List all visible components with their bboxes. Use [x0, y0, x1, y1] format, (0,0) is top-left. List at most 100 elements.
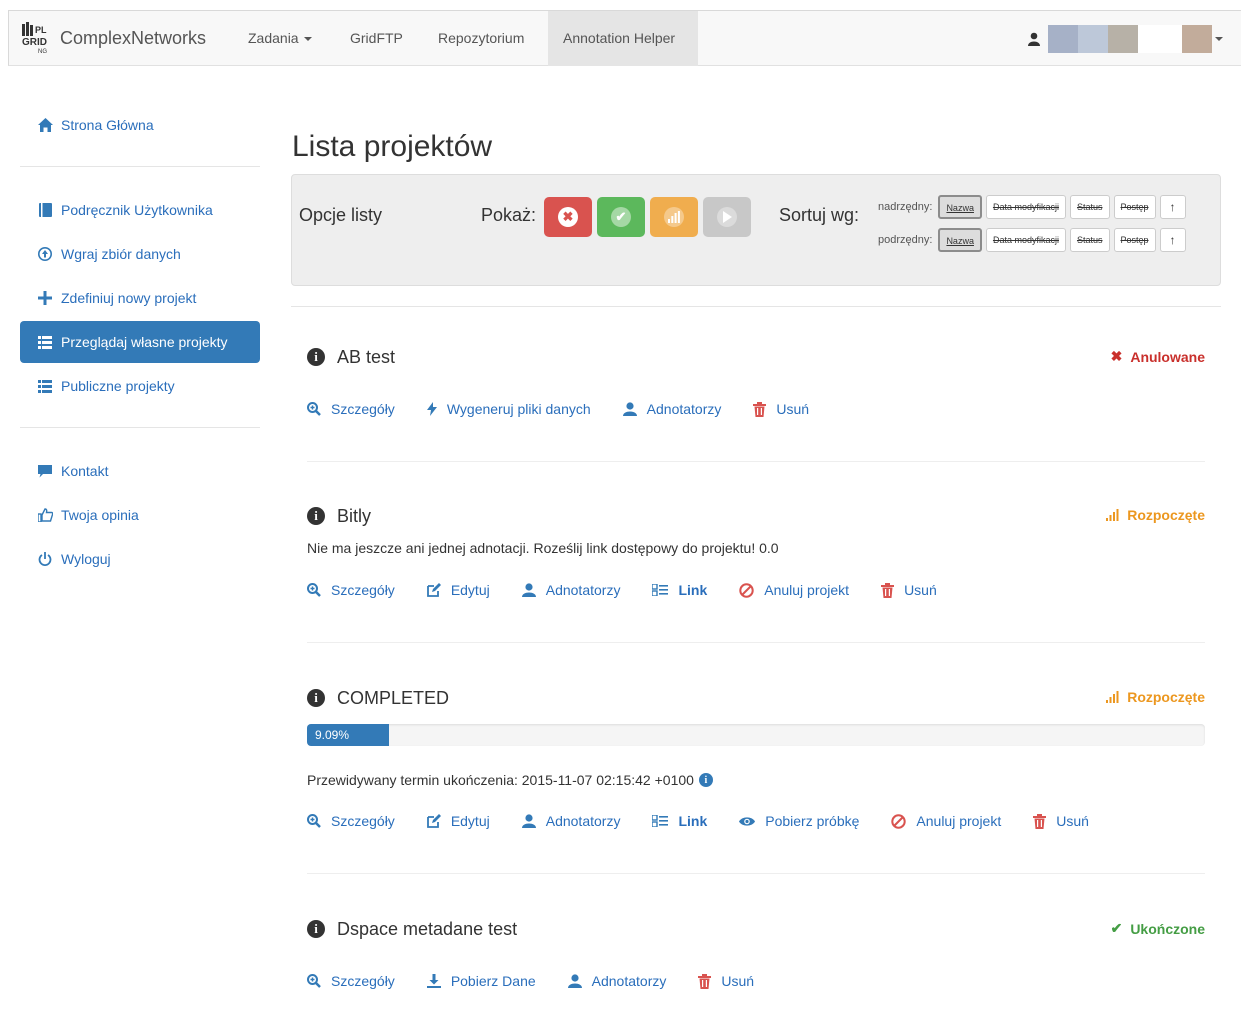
details-link[interactable]: Szczegóły [307, 813, 395, 829]
zoom-in-icon [307, 402, 321, 416]
flash-icon [426, 402, 437, 416]
caret-down-icon [1215, 37, 1223, 41]
details-link[interactable]: Szczegóły [307, 582, 395, 598]
cancel-project-link[interactable]: Anuluj projekt [891, 813, 1001, 829]
project-header: i COMPLETED [307, 686, 1205, 710]
signal-icon [664, 207, 684, 227]
home-icon [37, 117, 53, 133]
sidebar: Strona Główna Podręcznik Użytkownika Wgr… [20, 104, 260, 582]
page-title: Lista projektów [292, 130, 493, 163]
sidebar-item-logout[interactable]: Wyloguj [20, 538, 260, 580]
qrcode-icon [652, 584, 669, 596]
download-icon [426, 974, 441, 988]
x-icon: ✖ [1110, 348, 1123, 364]
sidebar-item-manual[interactable]: Podręcznik Użytkownika [20, 189, 260, 231]
list-icon [37, 334, 53, 350]
sort-primary-direction-button[interactable]: ↑ [1159, 195, 1186, 219]
link-link[interactable]: Link [652, 813, 707, 829]
filter-cancelled-button[interactable]: ✖ [544, 197, 592, 237]
sidebar-item-home[interactable]: Strona Główna [20, 104, 260, 146]
action-label: Szczegóły [331, 813, 395, 829]
project-actions: Szczegóły Edytuj Adnotatorzy Link Anuluj… [291, 580, 1205, 600]
action-label: Anuluj projekt [764, 582, 850, 598]
filter-started-button[interactable] [650, 197, 698, 237]
link-link[interactable]: Link [652, 582, 707, 598]
project-divider [307, 873, 1205, 874]
delete-link[interactable]: Usuń [1033, 813, 1089, 829]
delete-link[interactable]: Usuń [698, 973, 754, 989]
sort-secondary-progress-button[interactable]: Postęp [1113, 228, 1156, 252]
sort-primary-status-button[interactable]: Status [1069, 195, 1110, 219]
project-header: i AB test [307, 345, 1205, 369]
action-label: Pobierz Dane [450, 973, 536, 989]
nav-gridftp[interactable]: GridFTP [335, 11, 418, 66]
signal-icon [1106, 509, 1119, 521]
info-icon[interactable]: i [698, 773, 713, 787]
project-card: i COMPLETED Rozpoczęte 9.09% Przewidywan… [307, 686, 1205, 831]
sidebar-item-label: Strona Główna [61, 117, 154, 133]
details-link[interactable]: Szczegóły [307, 401, 395, 417]
annotators-link[interactable]: Adnotatorzy [567, 973, 667, 989]
status-label: Rozpoczęte [1127, 689, 1205, 705]
details-link[interactable]: Szczegóły [307, 973, 395, 989]
delete-link[interactable]: Usuń [881, 582, 937, 598]
brand[interactable]: PL GRID NG ComplexNetworks [20, 20, 206, 56]
status-badge: Rozpoczęte [1106, 507, 1205, 523]
action-label: Szczegóły [331, 582, 395, 598]
delete-link[interactable]: Usuń [753, 401, 809, 417]
action-label: Usuń [721, 973, 755, 989]
sort-secondary-status-button[interactable]: Status [1069, 228, 1110, 252]
edit-icon [426, 583, 441, 597]
user-icon [567, 974, 582, 988]
action-label: Pobierz próbkę [765, 813, 860, 829]
filter-not-started-button[interactable] [703, 197, 751, 237]
edit-link[interactable]: Edytuj [426, 813, 490, 829]
ban-icon [891, 813, 907, 829]
action-label: Anuluj projekt [916, 813, 1002, 829]
sort-primary-progress-button[interactable]: Postęp [1113, 195, 1156, 219]
sort-secondary-direction-button[interactable]: ↑ [1159, 228, 1186, 252]
info-icon[interactable]: i [307, 920, 325, 938]
sidebar-item-public-projects[interactable]: Publiczne projekty [20, 365, 260, 407]
sidebar-item-upload[interactable]: Wgraj zbiór danych [20, 233, 260, 275]
trash-icon [753, 401, 767, 417]
edit-link[interactable]: Edytuj [426, 582, 490, 598]
cancel-project-link[interactable]: Anuluj projekt [739, 582, 849, 598]
sidebar-item-new-project[interactable]: Zdefiniuj nowy projekt [20, 277, 260, 319]
svg-text:GRID: GRID [22, 37, 47, 48]
project-divider [307, 461, 1205, 462]
nav-annotation-helper[interactable]: Annotation Helper [548, 11, 698, 66]
action-label: Adnotatorzy [591, 973, 667, 989]
ban-icon [739, 582, 754, 598]
sidebar-item-own-projects[interactable]: Przeglądaj własne projekty [20, 321, 260, 363]
annotators-link[interactable]: Adnotatorzy [622, 401, 722, 417]
info-icon[interactable]: i [307, 348, 325, 366]
user-menu[interactable] [1028, 25, 1223, 53]
project-header: i Bitly [307, 504, 1205, 528]
download-data-link[interactable]: Pobierz Dane [426, 973, 536, 989]
nav-repozytorium[interactable]: Repozytorium [423, 11, 539, 66]
sidebar-divider [20, 427, 260, 428]
trash-icon [1033, 813, 1047, 829]
sort-secondary-label: podrzędny: [878, 234, 933, 246]
download-sample-link[interactable]: Pobierz próbkę [739, 813, 859, 829]
sort-secondary-name-button[interactable]: Nazwa [938, 228, 982, 252]
sidebar-item-feedback[interactable]: Twoja opinia [20, 494, 260, 536]
sort-secondary-date-button[interactable]: Data modyfikacji [985, 228, 1066, 252]
svg-text:PL: PL [35, 25, 47, 35]
sidebar-item-contact[interactable]: Kontakt [20, 450, 260, 492]
annotators-link[interactable]: Adnotatorzy [521, 582, 620, 598]
navbar: PL GRID NG ComplexNetworks Zadania GridF… [8, 10, 1241, 66]
project-card: i AB test ✖ Anulowane Szczegóły Wygeneru… [307, 345, 1205, 419]
sort-primary-name-button[interactable]: Nazwa [938, 195, 982, 219]
info-icon[interactable]: i [307, 507, 325, 525]
action-label: Link [678, 813, 708, 829]
annotators-link[interactable]: Adnotatorzy [521, 813, 620, 829]
sort-primary-date-button[interactable]: Data modyfikacji [985, 195, 1066, 219]
nav-zadania[interactable]: Zadania [233, 11, 327, 66]
generate-data-files-link[interactable]: Wygeneruj pliki danych [426, 401, 591, 417]
check-icon: ✔ [1110, 920, 1123, 936]
action-label: Adnotatorzy [646, 401, 722, 417]
filter-completed-button[interactable]: ✔ [597, 197, 645, 237]
info-icon[interactable]: i [307, 689, 325, 707]
